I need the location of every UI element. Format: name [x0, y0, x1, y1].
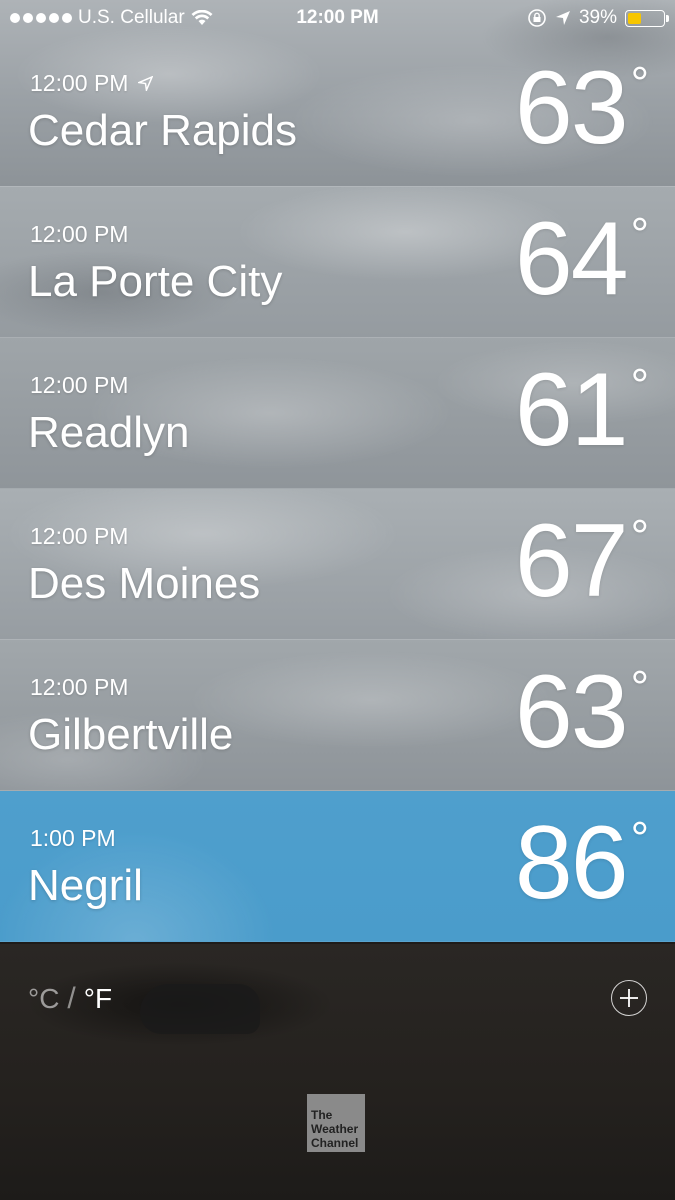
- add-city-button[interactable]: [611, 980, 647, 1016]
- city-time: 12:00 PM: [30, 523, 128, 550]
- city-time-label: 12:00 PM: [30, 674, 129, 700]
- background-photo: [140, 984, 260, 1034]
- city-time: 12:00 PM: [30, 372, 128, 399]
- city-name: Gilbertville: [28, 710, 234, 759]
- battery-fill: [628, 12, 641, 24]
- city-time: 12:00 PM: [30, 70, 154, 97]
- status-right: 39%: [527, 7, 669, 29]
- city-name: La Porte City: [28, 257, 283, 306]
- city-name: Negril: [28, 861, 143, 910]
- city-name: Cedar Rapids: [28, 106, 298, 155]
- unit-toggle[interactable]: °C / °F: [28, 982, 112, 1016]
- city-row-negril[interactable]: 1:00 PM Negril 86°: [0, 791, 675, 942]
- celsius-option[interactable]: °C: [28, 983, 59, 1015]
- city-name: Des Moines: [28, 559, 261, 608]
- status-bar: U.S. Cellular 12:00 PM 39%: [0, 0, 675, 40]
- city-temp: 61°: [514, 352, 649, 468]
- city-row-la-porte-city[interactable]: 12:00 PM La Porte City 64°: [0, 187, 675, 338]
- city-row-readlyn[interactable]: 12:00 PM Readlyn 61°: [0, 338, 675, 489]
- unit-separator: /: [67, 982, 76, 1015]
- city-row-des-moines[interactable]: 12:00 PM Des Moines 67°: [0, 489, 675, 640]
- city-time: 12:00 PM: [30, 221, 128, 248]
- city-time: 12:00 PM: [30, 674, 128, 701]
- city-time: 1:00 PM: [30, 825, 116, 852]
- city-time-label: 12:00 PM: [30, 221, 129, 247]
- city-temp: 67°: [514, 503, 649, 619]
- city-row-gilbertville[interactable]: 12:00 PM Gilbertville 63°: [0, 640, 675, 791]
- city-name: Readlyn: [28, 408, 190, 457]
- bottom-toolbar: °C / °F The Weather Channel: [0, 944, 675, 1200]
- city-list: 12:00 PM Cedar Rapids 63° 12:00 PM La Po…: [0, 0, 675, 942]
- fahrenheit-option[interactable]: °F: [84, 983, 112, 1015]
- battery-icon: [625, 9, 669, 27]
- city-time-label: 12:00 PM: [30, 70, 129, 96]
- weather-channel-logo[interactable]: The Weather Channel: [307, 1094, 365, 1152]
- battery-percent: 39%: [578, 7, 617, 28]
- city-temp: 86°: [514, 805, 649, 921]
- location-arrow-icon: [555, 11, 570, 25]
- rotation-lock-icon: [528, 9, 546, 27]
- city-temp: 63°: [514, 654, 649, 770]
- city-temp: 63°: [514, 50, 649, 166]
- city-time-label: 1:00 PM: [30, 825, 116, 851]
- city-time-label: 12:00 PM: [30, 372, 129, 398]
- location-arrow-icon: [138, 76, 154, 91]
- city-time-label: 12:00 PM: [30, 523, 129, 549]
- city-temp: 64°: [514, 201, 649, 317]
